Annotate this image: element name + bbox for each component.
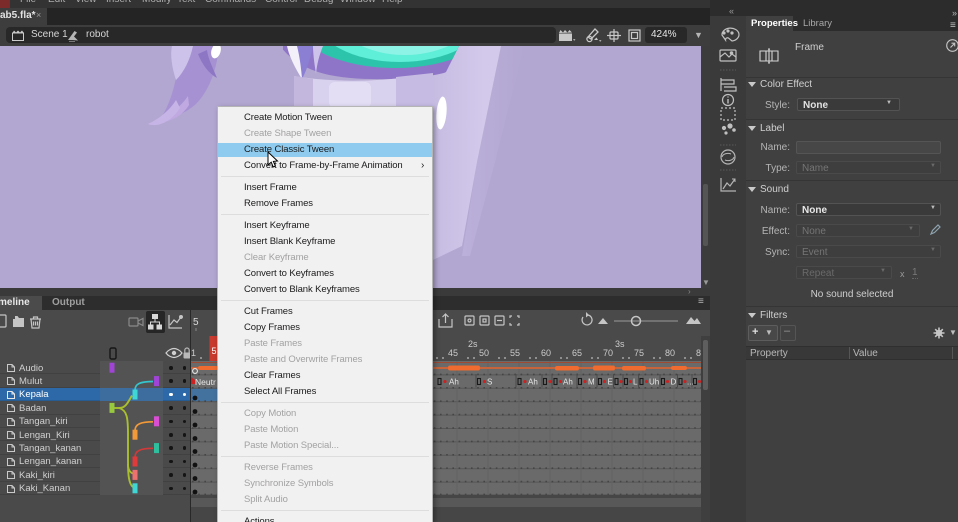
svg-text:Ah: Ah xyxy=(563,378,573,387)
svg-text:D: D xyxy=(671,378,677,387)
svg-text:5: 5 xyxy=(212,346,217,356)
svg-text:Ah: Ah xyxy=(528,378,538,387)
svg-text:S: S xyxy=(487,378,492,387)
svg-text:3s: 3s xyxy=(615,339,625,349)
svg-text:...: ... xyxy=(687,378,694,387)
svg-text:75: 75 xyxy=(634,348,644,358)
svg-text:65: 65 xyxy=(572,348,582,358)
svg-text:Uh: Uh xyxy=(649,378,659,387)
svg-text:Neutr: Neutr xyxy=(195,377,216,387)
svg-text:E: E xyxy=(608,378,613,387)
svg-text:1: 1 xyxy=(191,348,196,358)
svg-text:5: 5 xyxy=(193,317,199,328)
svg-text:60: 60 xyxy=(541,348,551,358)
svg-text:50: 50 xyxy=(479,348,489,358)
svg-text:55: 55 xyxy=(510,348,520,358)
svg-text:L: L xyxy=(633,378,638,387)
svg-text:45: 45 xyxy=(448,348,458,358)
svg-text:M: M xyxy=(588,378,595,387)
svg-text:2s: 2s xyxy=(468,339,478,349)
svg-text:80: 80 xyxy=(665,348,675,358)
svg-text:Ah: Ah xyxy=(449,378,459,387)
svg-text:70: 70 xyxy=(603,348,613,358)
